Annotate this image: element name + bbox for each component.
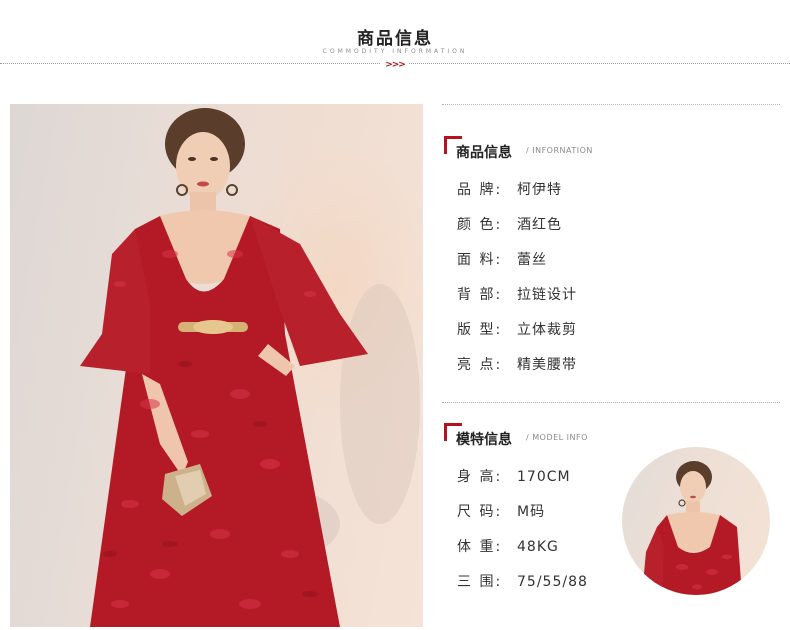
section-title: 模特信息 xyxy=(456,432,512,448)
section-divider xyxy=(442,104,780,105)
page-subtitle: COMMODITY INFORMATION xyxy=(322,48,468,55)
model-row-height: 身 高: 170CM xyxy=(457,469,571,485)
section-title: 商品信息 xyxy=(456,145,512,161)
info-row-fabric: 面 料: 蕾丝 xyxy=(457,252,547,268)
page-title: 商品信息 xyxy=(357,29,433,49)
info-row-highlight: 亮 点: 精美腰带 xyxy=(457,357,577,373)
info-row-fit: 版 型: 立体裁剪 xyxy=(457,322,577,338)
model-row-measurements: 三 围: 75/55/88 xyxy=(457,574,588,590)
triple-chevron-icon: >>> xyxy=(0,60,790,70)
info-row-back: 背 部: 拉链设计 xyxy=(457,287,577,303)
model-avatar xyxy=(622,447,770,595)
model-row-size: 尺 码: M码 xyxy=(457,504,546,520)
section-tag: / INFORNATION xyxy=(526,146,593,155)
model-row-weight: 体 重: 48KG xyxy=(457,539,559,555)
info-row-color: 颜 色: 酒红色 xyxy=(457,217,562,233)
section-tag: / MODEL INFO xyxy=(526,433,588,442)
info-row-brand: 品 牌: 柯伊特 xyxy=(457,182,562,198)
section-divider xyxy=(442,402,780,403)
product-photo xyxy=(10,104,423,627)
